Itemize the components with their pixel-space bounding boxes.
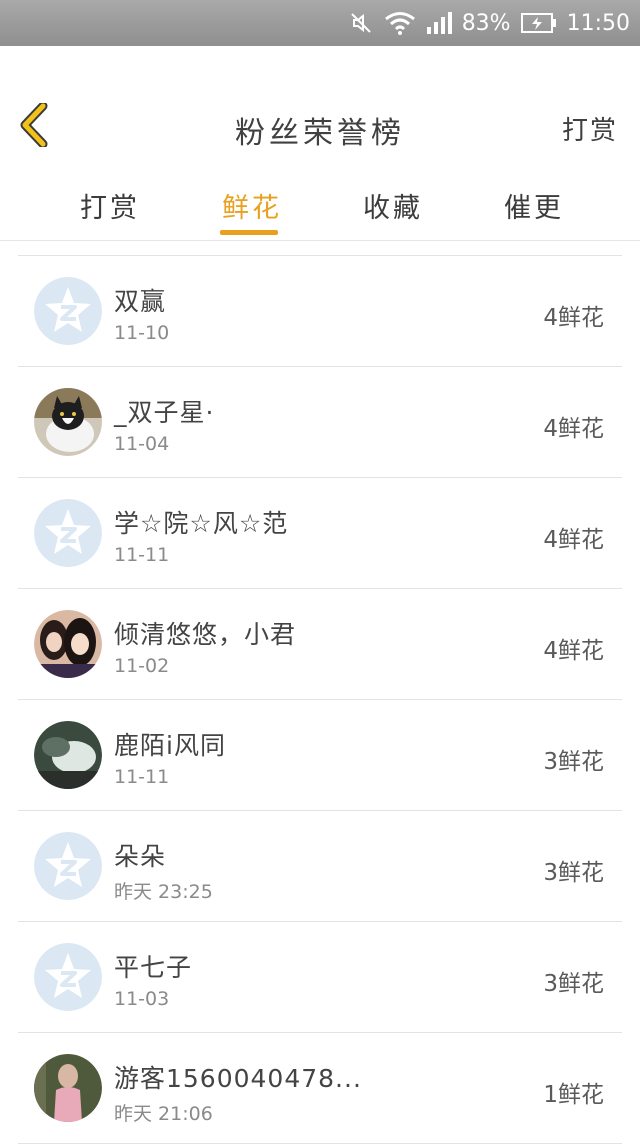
tab-urge-update[interactable]: 催更 bbox=[504, 186, 564, 225]
flower-count: 3鲜花 bbox=[543, 860, 604, 886]
list-item[interactable]: 鹿陌i风同 11-11 3鲜花 bbox=[18, 700, 622, 811]
default-avatar-icon bbox=[34, 499, 102, 567]
tab-flowers[interactable]: 鲜花 bbox=[222, 186, 282, 225]
page-title: 粉丝荣誉榜 bbox=[235, 116, 405, 151]
fan-name: 朵朵 bbox=[114, 842, 167, 871]
fan-date: 11-10 bbox=[114, 322, 170, 344]
flower-count: 1鲜花 bbox=[543, 1082, 604, 1108]
default-avatar-icon bbox=[34, 832, 102, 900]
list-item[interactable]: 双赢 11-10 4鲜花 bbox=[18, 256, 622, 367]
flower-count: 4鲜花 bbox=[543, 527, 604, 553]
fan-name: 鹿陌i风同 bbox=[114, 731, 226, 760]
status-bar: 83% 11:50 bbox=[0, 0, 640, 46]
blurred-photo-avatar bbox=[34, 721, 102, 789]
fan-name: 游客1560040478... bbox=[114, 1064, 362, 1093]
fan-date: 11-02 bbox=[114, 655, 170, 677]
default-avatar-icon bbox=[34, 943, 102, 1011]
list-item[interactable]: _双子星· 11-04 4鲜花 bbox=[18, 367, 622, 478]
person-photo-avatar bbox=[34, 1054, 102, 1122]
fan-list: 双赢 11-10 4鲜花 _双子星· 11-04 4鲜花 学☆院☆风☆范 11-… bbox=[18, 255, 622, 1144]
flower-count: 3鲜花 bbox=[543, 971, 604, 997]
signal-icon bbox=[426, 12, 452, 34]
fan-name: 倾清悠悠，小君 bbox=[114, 620, 297, 649]
fan-date: 11-04 bbox=[114, 433, 170, 455]
cat-photo-avatar bbox=[34, 388, 102, 456]
default-avatar-icon bbox=[34, 277, 102, 345]
mute-icon bbox=[350, 11, 374, 35]
tab-bar: 打赏 鲜花 收藏 催更 bbox=[0, 164, 640, 241]
flower-count: 4鲜花 bbox=[543, 305, 604, 331]
fan-name: 双赢 bbox=[114, 287, 167, 316]
wifi-icon bbox=[384, 11, 416, 35]
flower-count: 4鲜花 bbox=[543, 638, 604, 664]
flower-count: 3鲜花 bbox=[543, 749, 604, 775]
battery-percent: 83% bbox=[461, 10, 511, 36]
list-item[interactable]: 游客1560040478... 昨天 21:06 1鲜花 bbox=[18, 1033, 622, 1144]
tab-favorites[interactable]: 收藏 bbox=[363, 186, 423, 225]
list-item[interactable]: 学☆院☆风☆范 11-11 4鲜花 bbox=[18, 478, 622, 589]
active-tab-indicator bbox=[220, 230, 278, 235]
fan-name: 平七子 bbox=[114, 953, 193, 982]
fan-date: 11-11 bbox=[114, 544, 170, 566]
fan-date: 11-03 bbox=[114, 988, 170, 1010]
battery-charging-icon bbox=[520, 12, 557, 34]
list-item[interactable]: 倾清悠悠，小君 11-02 4鲜花 bbox=[18, 589, 622, 700]
nav-bar: 粉丝荣誉榜 打赏 bbox=[0, 46, 640, 165]
list-item[interactable]: 朵朵 昨天 23:25 3鲜花 bbox=[18, 811, 622, 922]
clock: 11:50 bbox=[566, 10, 630, 36]
fan-name: 学☆院☆风☆范 bbox=[114, 509, 289, 538]
flower-count: 4鲜花 bbox=[543, 416, 604, 442]
two-girls-photo-avatar bbox=[34, 610, 102, 678]
fan-name: _双子星· bbox=[114, 398, 215, 427]
tab-reward[interactable]: 打赏 bbox=[80, 186, 140, 225]
fan-date: 11-11 bbox=[114, 766, 170, 788]
reward-button[interactable]: 打赏 bbox=[562, 110, 618, 147]
list-item[interactable]: 平七子 11-03 3鲜花 bbox=[18, 922, 622, 1033]
fan-date: 昨天 21:06 bbox=[114, 1103, 213, 1125]
fan-date: 昨天 23:25 bbox=[114, 881, 213, 903]
